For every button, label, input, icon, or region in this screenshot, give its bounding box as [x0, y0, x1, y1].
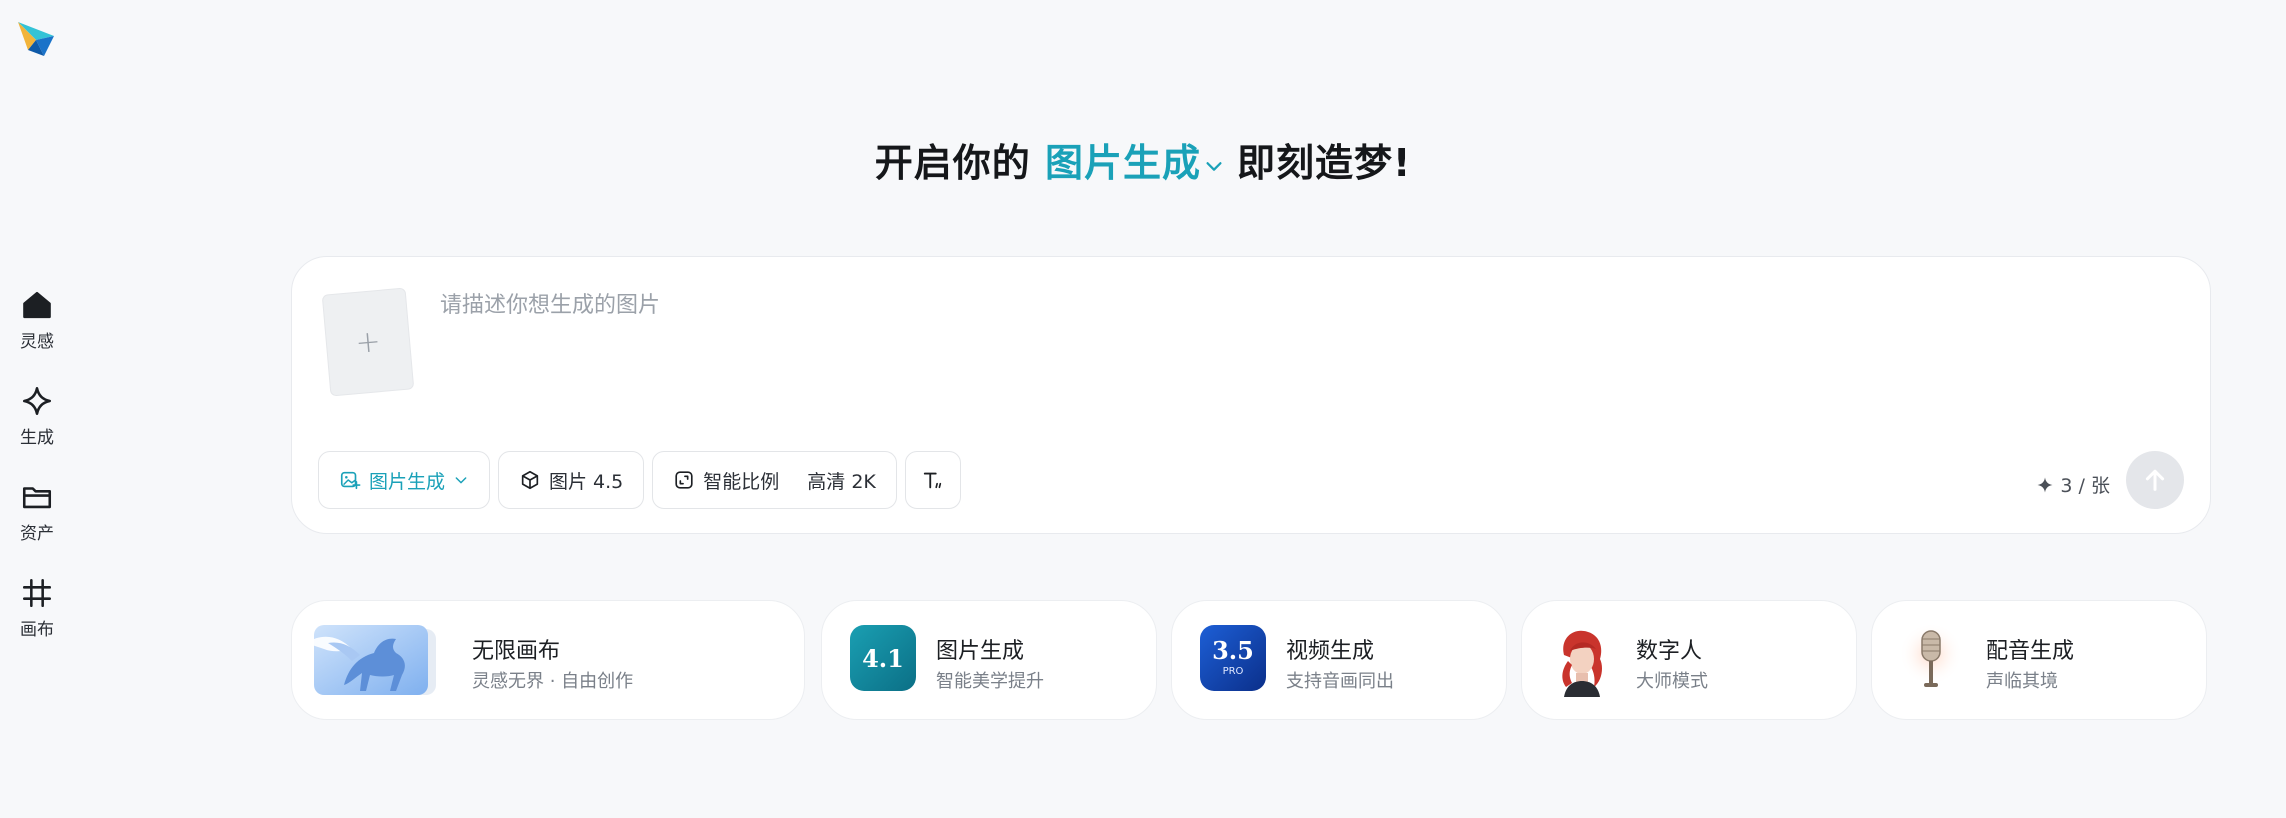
sidebar-item-canvas[interactable]: 画布 [0, 560, 74, 656]
cube-icon [521, 470, 539, 490]
mode-switcher[interactable]: 图片生成 [1045, 141, 1237, 185]
page-headline: 开启你的 图片生成 即刻造梦! [0, 132, 2286, 187]
model-select-chip[interactable]: 图片 4.5 [498, 451, 645, 509]
credit-cost: 3 / 张 [2036, 471, 2110, 498]
app-logo[interactable] [14, 16, 58, 60]
card-title: 配音生成 [1986, 639, 2075, 664]
card-subtitle: 支持音画同出 [1286, 671, 1394, 692]
feature-card-video-generation[interactable]: 3.5 PRO 视频生成 支持音画同出 [1171, 600, 1507, 720]
grid-hash-icon [22, 578, 52, 608]
card-title: 数字人 [1636, 639, 1703, 664]
sidebar: 灵感 生成 资产 画布 [0, 272, 74, 656]
prompt-input[interactable] [438, 285, 2142, 349]
feature-card-digital-human[interactable]: 数字人 大师模式 [1521, 600, 1857, 720]
credit-cost-label: 3 / 张 [2060, 475, 2110, 497]
mode-select-chip[interactable]: 图片生成 [318, 451, 491, 509]
video-model-thumbnail-icon: 3.5 PRO [1200, 625, 1266, 691]
mode-select-label: 图片生成 [369, 470, 446, 493]
headline-suffix: 即刻造梦! [1236, 141, 1412, 185]
sidebar-item-generate[interactable]: 生成 [0, 368, 74, 464]
image-model-thumbnail-icon: 4.1 [850, 625, 916, 691]
sidebar-item-label: 资产 [20, 524, 54, 544]
card-subtitle: 大师模式 [1636, 671, 1708, 692]
aspect-ratio-icon [675, 471, 693, 489]
avatar-thumbnail-icon [1546, 625, 1616, 697]
sparkle-diamond-icon [22, 386, 52, 416]
card-title: 视频生成 [1286, 639, 1375, 664]
sparkle-icon [2037, 477, 2053, 492]
feature-card-image-generation[interactable]: 4.1 图片生成 智能美学提升 [821, 600, 1157, 720]
microphone-thumbnail-icon [1898, 625, 1964, 697]
card-subtitle: 灵感无界 · 自由创作 [472, 671, 634, 692]
thumbnail-version: 4.1 [862, 643, 904, 673]
feature-card-voiceover[interactable]: 配音生成 声临其境 [1871, 600, 2207, 720]
card-subtitle: 声临其境 [1986, 671, 2058, 692]
sidebar-item-label: 灵感 [20, 332, 54, 352]
upload-reference-button[interactable]: + [321, 287, 415, 397]
mode-switcher-label: 图片生成 [1044, 141, 1201, 185]
card-title: 图片生成 [936, 639, 1025, 664]
model-select-label: 图片 4.5 [549, 470, 624, 493]
thumbnail-badge: PRO [1222, 666, 1244, 677]
headline-prefix: 开启你的 [874, 141, 1031, 185]
thumbnail-version: 3.5 [1212, 636, 1254, 665]
card-title: 无限画布 [472, 639, 561, 664]
sidebar-item-label: 生成 [20, 428, 54, 448]
prompt-composer: + 图片生成 图片 4.5 智能比例 [291, 256, 2211, 534]
send-button[interactable] [2126, 451, 2184, 509]
text-format-icon [923, 472, 942, 489]
arrow-up-icon [2145, 469, 2165, 491]
sidebar-item-assets[interactable]: 资产 [0, 464, 74, 560]
text-style-button[interactable] [904, 451, 961, 509]
pegasus-thumbnail-icon [304, 625, 440, 697]
image-add-icon [340, 471, 361, 490]
feature-card-infinite-canvas[interactable]: 无限画布 灵感无界 · 自由创作 [291, 600, 805, 720]
plus-icon: + [353, 323, 383, 361]
ratio-label: 智能比例 [703, 470, 780, 493]
home-icon [23, 291, 51, 319]
folder-icon [22, 487, 52, 509]
quality-label: 高清 2K [807, 470, 876, 493]
sidebar-item-inspiration[interactable]: 灵感 [0, 272, 74, 368]
ratio-quality-chip[interactable]: 智能比例 高清 2K [652, 451, 897, 509]
paper-plane-logo-icon [18, 22, 54, 56]
chevron-down-icon [1206, 161, 1222, 171]
composer-toolbar: 图片生成 图片 4.5 智能比例 高清 2K [318, 451, 961, 509]
chevron-down-icon [455, 477, 467, 484]
sidebar-item-label: 画布 [20, 620, 54, 640]
card-subtitle: 智能美学提升 [936, 671, 1044, 692]
